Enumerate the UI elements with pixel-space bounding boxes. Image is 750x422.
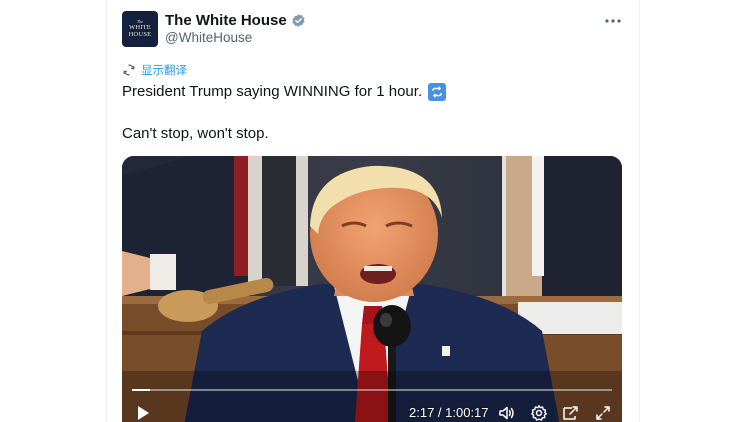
tweet-text-line-2: Can't stop, won't stop. [122,125,269,142]
video-progress-fill [132,389,151,391]
picture-in-picture-icon[interactable] [562,404,580,422]
video-player[interactable]: 2:17 / 1:00:17 [122,156,622,422]
tweet-text-line-1: President Trump saying WINNING for 1 hou… [122,82,447,102]
display-name[interactable]: The White House [165,12,287,29]
avatar-text-line2: HOUSE [128,30,152,38]
tweet-text-1: President Trump saying WINNING for 1 hou… [122,83,423,100]
play-icon[interactable] [134,404,152,422]
more-options-button[interactable] [603,13,623,29]
video-time: 2:17 / 1:00:17 [409,405,489,420]
settings-icon[interactable] [530,404,548,422]
volume-icon[interactable] [498,404,516,422]
verified-badge-icon [292,13,305,27]
translate-icon [123,64,135,76]
video-frame-image [122,156,622,422]
repeat-button-emoji-icon [428,83,447,101]
video-controls: 2:17 / 1:00:17 [122,402,622,422]
fullscreen-icon[interactable] [594,404,612,422]
show-translation-link[interactable]: 显示翻译 [122,62,187,78]
video-progress-bar[interactable] [132,389,612,391]
avatar[interactable]: The WHITE HOUSE [122,11,158,47]
show-translation-label: 显示翻译 [141,65,187,77]
page: The WHITE HOUSE The White House @WhiteHo… [0,0,750,422]
tweet-card[interactable]: The WHITE HOUSE The White House @WhiteHo… [106,0,640,422]
display-name-row: The White House [165,11,306,29]
more-icon [605,19,621,23]
handle[interactable]: @WhiteHouse [165,30,252,45]
